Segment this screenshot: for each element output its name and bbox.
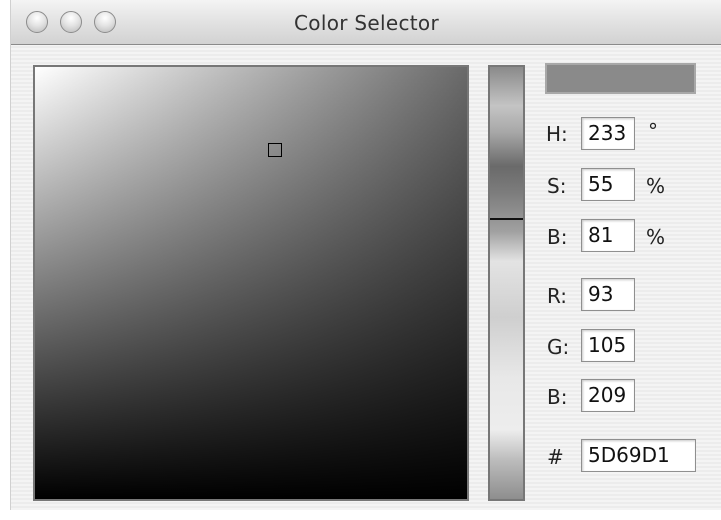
blue-field[interactable]: 209 [581,379,635,412]
hue-label: H: [546,122,568,146]
saturation-percent-unit: % [646,174,666,198]
hue-field[interactable]: 233 [581,117,635,150]
red-field[interactable]: 93 [581,278,635,311]
color-picker-marker[interactable] [268,143,282,157]
color-preview-swatch [545,63,696,94]
window-title: Color Selector [294,11,439,35]
brightness-percent-unit: % [646,225,666,249]
blue-label: B: [547,385,568,409]
saturation-field[interactable]: 55 [581,168,635,201]
hue-slider-handle[interactable] [490,218,523,220]
green-field[interactable]: 105 [581,329,635,362]
hue-slider[interactable] [488,65,525,501]
red-label: R: [547,284,568,308]
color-selector-window: Color Selector H: 233 ° S: 55 % B: 81 % … [10,0,721,510]
saturation-brightness-field[interactable] [33,65,469,501]
title-bar[interactable]: Color Selector [11,0,721,45]
brightness-field[interactable]: 81 [581,219,635,252]
hex-label: # [547,445,564,469]
brightness-label: B: [547,225,568,249]
green-label: G: [547,335,570,359]
saturation-label: S: [547,174,567,198]
hex-field[interactable]: 5D69D1 [581,439,696,472]
degree-unit: ° [648,119,658,143]
